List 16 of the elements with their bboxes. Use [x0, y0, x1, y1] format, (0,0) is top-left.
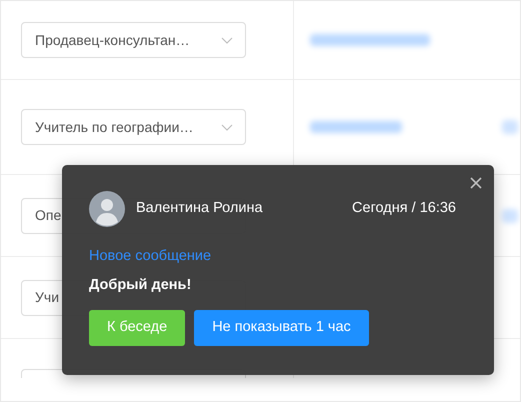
select-value: Опе — [35, 206, 62, 225]
close-icon[interactable] — [470, 177, 482, 189]
sender-name: Валентина Ролина — [136, 199, 263, 218]
position-select[interactable]: Учитель по географии… — [21, 109, 246, 145]
chevron-down-icon — [221, 36, 233, 44]
message-text: Добрый день! — [89, 276, 192, 295]
message-time: Сегодня / 16:36 — [352, 199, 456, 218]
select-value: Продавец-консультан… — [35, 30, 190, 50]
blurred-icon — [502, 208, 518, 222]
avatar-icon — [89, 191, 125, 227]
chevron-down-icon — [221, 124, 233, 130]
select-value: Учи — [35, 288, 60, 307]
select-value: Учитель по географии… — [35, 118, 194, 137]
blurred-icon — [502, 120, 518, 134]
position-select[interactable]: Продавец-консультан… — [21, 22, 246, 58]
message-subject: Новое сообщение — [89, 247, 212, 266]
